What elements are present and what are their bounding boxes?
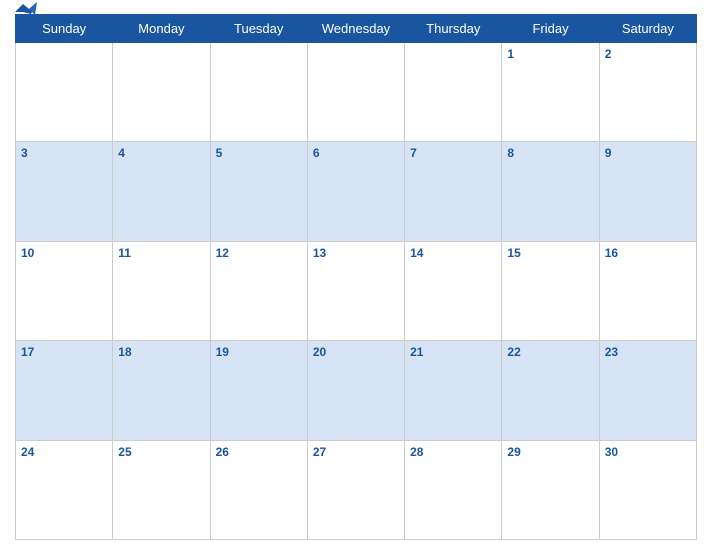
calendar-day-cell: 23 [599, 341, 696, 440]
calendar-day-cell: 8 [502, 142, 599, 241]
calendar-week-row: 10 11 12 13 14 15 16 [16, 241, 697, 340]
calendar-day-cell: 17 [16, 341, 113, 440]
calendar-day-cell [210, 43, 307, 142]
day-number: 7 [410, 146, 496, 160]
day-number: 15 [507, 246, 593, 260]
calendar-day-cell: 7 [405, 142, 502, 241]
calendar-day-cell [405, 43, 502, 142]
calendar-day-cell: 14 [405, 241, 502, 340]
calendar-day-cell: 27 [307, 440, 404, 539]
weekday-header-saturday: Saturday [599, 15, 696, 43]
calendar-day-cell: 3 [16, 142, 113, 241]
day-number: 23 [605, 345, 691, 359]
calendar-table: SundayMondayTuesdayWednesdayThursdayFrid… [15, 14, 697, 540]
calendar-day-cell: 1 [502, 43, 599, 142]
weekday-header-row: SundayMondayTuesdayWednesdayThursdayFrid… [16, 15, 697, 43]
day-number: 17 [21, 345, 107, 359]
weekday-header-wednesday: Wednesday [307, 15, 404, 43]
calendar-week-row: 12 [16, 43, 697, 142]
calendar-day-cell: 19 [210, 341, 307, 440]
calendar-week-row: 3456789 [16, 142, 697, 241]
calendar-day-cell: 9 [599, 142, 696, 241]
calendar-day-cell: 26 [210, 440, 307, 539]
calendar-day-cell: 15 [502, 241, 599, 340]
day-number: 25 [118, 445, 204, 459]
day-number: 24 [21, 445, 107, 459]
calendar-day-cell [16, 43, 113, 142]
logo [15, 2, 39, 18]
day-number: 9 [605, 146, 691, 160]
calendar-day-cell: 20 [307, 341, 404, 440]
calendar-day-cell: 18 [113, 341, 210, 440]
day-number: 12 [216, 246, 302, 260]
day-number: 8 [507, 146, 593, 160]
calendar-day-cell: 12 [210, 241, 307, 340]
day-number: 13 [313, 246, 399, 260]
calendar-day-cell: 16 [599, 241, 696, 340]
calendar-day-cell: 28 [405, 440, 502, 539]
day-number: 5 [216, 146, 302, 160]
day-number: 4 [118, 146, 204, 160]
calendar-day-cell: 13 [307, 241, 404, 340]
day-number: 21 [410, 345, 496, 359]
calendar-day-cell: 22 [502, 341, 599, 440]
calendar-day-cell: 24 [16, 440, 113, 539]
day-number: 29 [507, 445, 593, 459]
day-number: 3 [21, 146, 107, 160]
calendar-week-row: 24 25 26 27 28 29 30 [16, 440, 697, 539]
day-number: 16 [605, 246, 691, 260]
calendar-day-cell: 4 [113, 142, 210, 241]
calendar-day-cell: 25 [113, 440, 210, 539]
calendar-day-cell: 5 [210, 142, 307, 241]
logo-bird-icon [15, 2, 37, 18]
day-number: 6 [313, 146, 399, 160]
weekday-header-thursday: Thursday [405, 15, 502, 43]
calendar-week-row: 17 18 19 20 21 22 23 [16, 341, 697, 440]
calendar-day-cell: 29 [502, 440, 599, 539]
weekday-header-tuesday: Tuesday [210, 15, 307, 43]
calendar-day-cell: 2 [599, 43, 696, 142]
day-number: 28 [410, 445, 496, 459]
calendar-day-cell [113, 43, 210, 142]
day-number: 18 [118, 345, 204, 359]
calendar-day-cell: 21 [405, 341, 502, 440]
day-number: 20 [313, 345, 399, 359]
calendar-day-cell: 6 [307, 142, 404, 241]
day-number: 1 [507, 47, 593, 61]
day-number: 14 [410, 246, 496, 260]
weekday-header-monday: Monday [113, 15, 210, 43]
calendar-day-cell: 11 [113, 241, 210, 340]
day-number: 26 [216, 445, 302, 459]
weekday-header-friday: Friday [502, 15, 599, 43]
day-number: 2 [605, 47, 691, 61]
day-number: 10 [21, 246, 107, 260]
calendar-day-cell: 30 [599, 440, 696, 539]
calendar-day-cell: 10 [16, 241, 113, 340]
day-number: 27 [313, 445, 399, 459]
weekday-header-sunday: Sunday [16, 15, 113, 43]
day-number: 11 [118, 246, 204, 260]
calendar-day-cell [307, 43, 404, 142]
day-number: 19 [216, 345, 302, 359]
day-number: 22 [507, 345, 593, 359]
day-number: 30 [605, 445, 691, 459]
